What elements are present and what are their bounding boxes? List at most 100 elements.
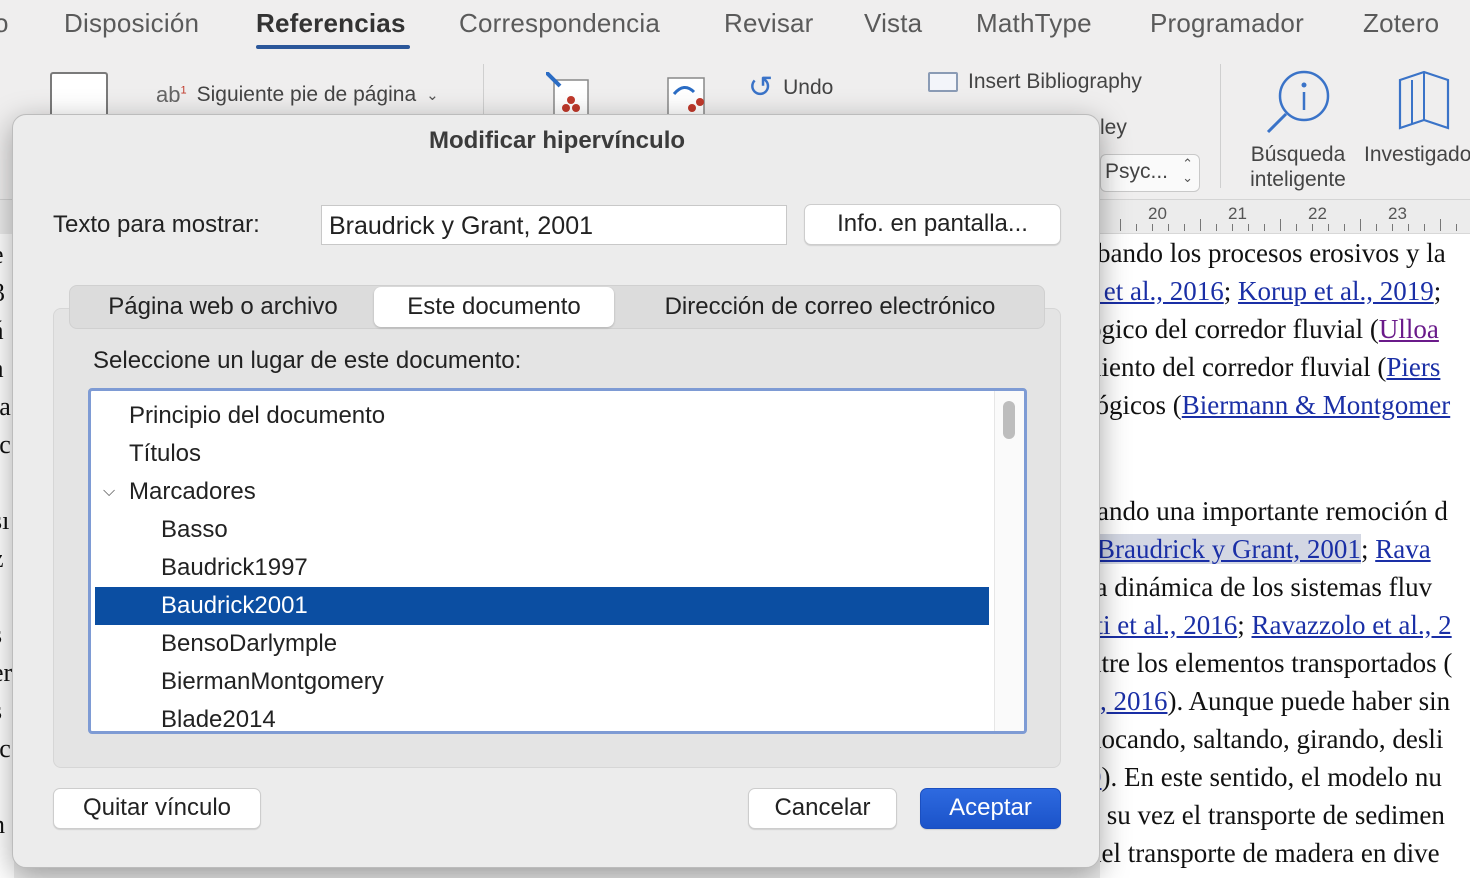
list-item[interactable]: Baudrick2001 bbox=[95, 587, 989, 625]
ribbon-tab-referencias[interactable]: Referencias bbox=[256, 8, 406, 39]
document-line: r et al., 2016; Korup et al., 2019; bbox=[1100, 276, 1441, 307]
document-text: la dinámica de los sistemas fluv bbox=[1100, 572, 1433, 602]
ribbon-tab-disposicion[interactable]: Disposición bbox=[64, 8, 199, 39]
document-text: ıc bbox=[0, 734, 11, 763]
remove-link-button[interactable]: Quitar vínculo bbox=[53, 788, 261, 829]
ruler-tick bbox=[1312, 224, 1313, 231]
document-page[interactable]: rbando los procesos erosivos y la r et al… bbox=[1100, 234, 1470, 878]
document-text: s bbox=[0, 696, 2, 726]
citation-link[interactable]: a, 2016 bbox=[1100, 686, 1167, 716]
ruler-tick bbox=[1344, 224, 1345, 231]
mendeley-label[interactable]: ley bbox=[1100, 116, 1127, 140]
document-text: sı bbox=[0, 506, 10, 535]
ruler-tick bbox=[1184, 224, 1185, 231]
ribbon-tab-zotero[interactable]: Zotero bbox=[1363, 8, 1439, 39]
document-line: 9). En este sentido, el modelo nu bbox=[1100, 762, 1442, 793]
next-footnote-icon: ab1 bbox=[156, 82, 187, 107]
insert-bibliography-button[interactable]: Insert Bibliography bbox=[928, 70, 1142, 94]
ribbon-tab-programador[interactable]: Programador bbox=[1150, 8, 1304, 39]
document-text: rbando los procesos erosivos y la bbox=[1100, 238, 1446, 268]
list-scrollbar[interactable] bbox=[994, 391, 1024, 731]
list-item[interactable]: Basso bbox=[95, 511, 989, 549]
ruler-tick bbox=[1200, 219, 1201, 231]
document-line: iti et al., 2016; Ravazzolo et al., 2 bbox=[1100, 610, 1452, 641]
tab-web-page-or-file[interactable]: Página web o archivo bbox=[78, 286, 368, 328]
document-text: rando una importante remoción d bbox=[1100, 496, 1448, 526]
citation-link[interactable]: r et al., 2016 bbox=[1100, 276, 1224, 306]
document-line: la dinámica de los sistemas fluv bbox=[1100, 572, 1432, 603]
ruler-tick bbox=[1264, 224, 1265, 231]
undo-icon: ↺ bbox=[748, 71, 774, 104]
ruler-number: 20 bbox=[1148, 204, 1167, 223]
dialog-title: Modificar hipervínculo bbox=[428, 127, 686, 154]
document-text: hocando, saltando, girando, desli bbox=[1100, 724, 1444, 754]
ribbon-tab-correspondencia[interactable]: Correspondencia bbox=[459, 8, 660, 39]
ruler-tick bbox=[1168, 224, 1169, 231]
document-places-list[interactable]: Principio del documento Títulos ⌵ Marcadore… bbox=[88, 388, 1027, 734]
researcher-button[interactable]: Investigador bbox=[1362, 66, 1470, 190]
document-text: z bbox=[0, 544, 4, 574]
edit-citation-icon[interactable] bbox=[662, 72, 712, 121]
ruler-tick bbox=[1392, 224, 1393, 231]
horizontal-ruler[interactable]: 20 21 22 23 bbox=[1100, 200, 1470, 234]
ribbon-tab-revisar[interactable]: Revisar bbox=[724, 8, 814, 39]
smart-lookup-label: Búsqueda inteligente bbox=[1250, 143, 1346, 191]
list-item[interactable]: BiermanMontgomery bbox=[95, 663, 989, 701]
ok-button[interactable]: Aceptar bbox=[920, 788, 1061, 829]
books-icon bbox=[1398, 70, 1450, 130]
citation-style-select[interactable]: Psyc... ⌃ ⌄ bbox=[1100, 154, 1200, 192]
ribbon-tab-vista[interactable]: Vista bbox=[864, 8, 922, 39]
tab-this-document[interactable]: Este documento bbox=[374, 287, 614, 327]
undo-button[interactable]: ↺ Undo bbox=[748, 70, 833, 105]
smart-lookup-button[interactable]: Búsqueda inteligente bbox=[1240, 66, 1356, 191]
list-item[interactable]: BensoDarlymple bbox=[95, 625, 989, 663]
list-item[interactable]: Títulos bbox=[95, 435, 989, 473]
ribbon-tab-mathtype[interactable]: MathType bbox=[976, 8, 1092, 39]
list-item[interactable]: Baudrick1997 bbox=[95, 549, 989, 587]
display-text-input[interactable]: Braudrick y Grant, 2001 bbox=[321, 205, 787, 245]
document-text: ntre los elementos transportados ( bbox=[1100, 648, 1453, 678]
add-citation-icon[interactable] bbox=[544, 70, 596, 121]
list-item-label: Marcadores bbox=[129, 478, 256, 505]
list-item[interactable]: Blade2014 bbox=[95, 701, 989, 731]
citation-link[interactable]: Korup et al., 2019 bbox=[1238, 276, 1434, 306]
cancel-button[interactable]: Cancelar bbox=[748, 788, 897, 829]
list-item-label: Basso bbox=[161, 516, 228, 543]
document-text: lógicos ( bbox=[1100, 390, 1182, 420]
ruler-tick bbox=[1296, 224, 1297, 231]
ruler-tick bbox=[1216, 224, 1217, 231]
citation-link[interactable]: iti et al., 2016 bbox=[1100, 610, 1237, 640]
chevron-down-icon[interactable]: ⌵ bbox=[103, 473, 115, 511]
ribbon-tab-partial[interactable]: o bbox=[0, 8, 9, 39]
scrollbar-thumb[interactable] bbox=[1003, 401, 1015, 439]
citation-link[interactable]: Rava bbox=[1375, 534, 1430, 564]
ruler-tick bbox=[1440, 219, 1441, 231]
citation-style-value: Psyc... bbox=[1105, 160, 1169, 183]
ribbon-separator bbox=[1220, 64, 1221, 188]
citation-link[interactable]: Braudrick y Grant, 2001 bbox=[1100, 534, 1361, 564]
ruler-tick bbox=[1280, 219, 1281, 231]
citation-link[interactable]: Ravazzolo et al., 2 bbox=[1252, 610, 1452, 640]
stepper-arrows-icon[interactable]: ⌃ ⌄ bbox=[1182, 157, 1193, 185]
ruler-number: 22 bbox=[1308, 204, 1327, 223]
ruler-tick bbox=[1152, 224, 1153, 231]
document-text: a bbox=[0, 354, 4, 384]
citation-link[interactable]: Piers bbox=[1386, 352, 1440, 382]
tab-email-address[interactable]: Dirección de correo electrónico bbox=[622, 286, 1038, 328]
ruler-tick bbox=[1136, 224, 1137, 231]
citation-link[interactable]: Biermann & Montgomer bbox=[1182, 390, 1450, 420]
citation-link[interactable]: Ulloa bbox=[1379, 314, 1439, 344]
document-line: rbando los procesos erosivos y la bbox=[1100, 238, 1446, 269]
document-text: niento del corredor fluvial ( bbox=[1100, 352, 1387, 382]
document-text: a su vez el transporte de sedimen bbox=[1100, 800, 1445, 830]
list-item[interactable]: ⌵ Marcadores bbox=[95, 473, 989, 511]
document-text: del transporte de madera en dive bbox=[1100, 838, 1440, 868]
list-item-label: Títulos bbox=[129, 440, 202, 467]
ruler-tick bbox=[1424, 224, 1425, 231]
screen-tip-button[interactable]: Info. en pantalla... bbox=[804, 204, 1061, 245]
modify-hyperlink-dialog: Modificar hipervínculo Texto para mostra… bbox=[12, 114, 1100, 868]
next-footnote-button[interactable]: ab1 Siguiente pie de página ⌄ bbox=[156, 82, 439, 108]
ruler-tick bbox=[1232, 224, 1233, 231]
ruler-tick bbox=[1360, 219, 1361, 231]
list-item[interactable]: Principio del documento bbox=[95, 397, 989, 435]
